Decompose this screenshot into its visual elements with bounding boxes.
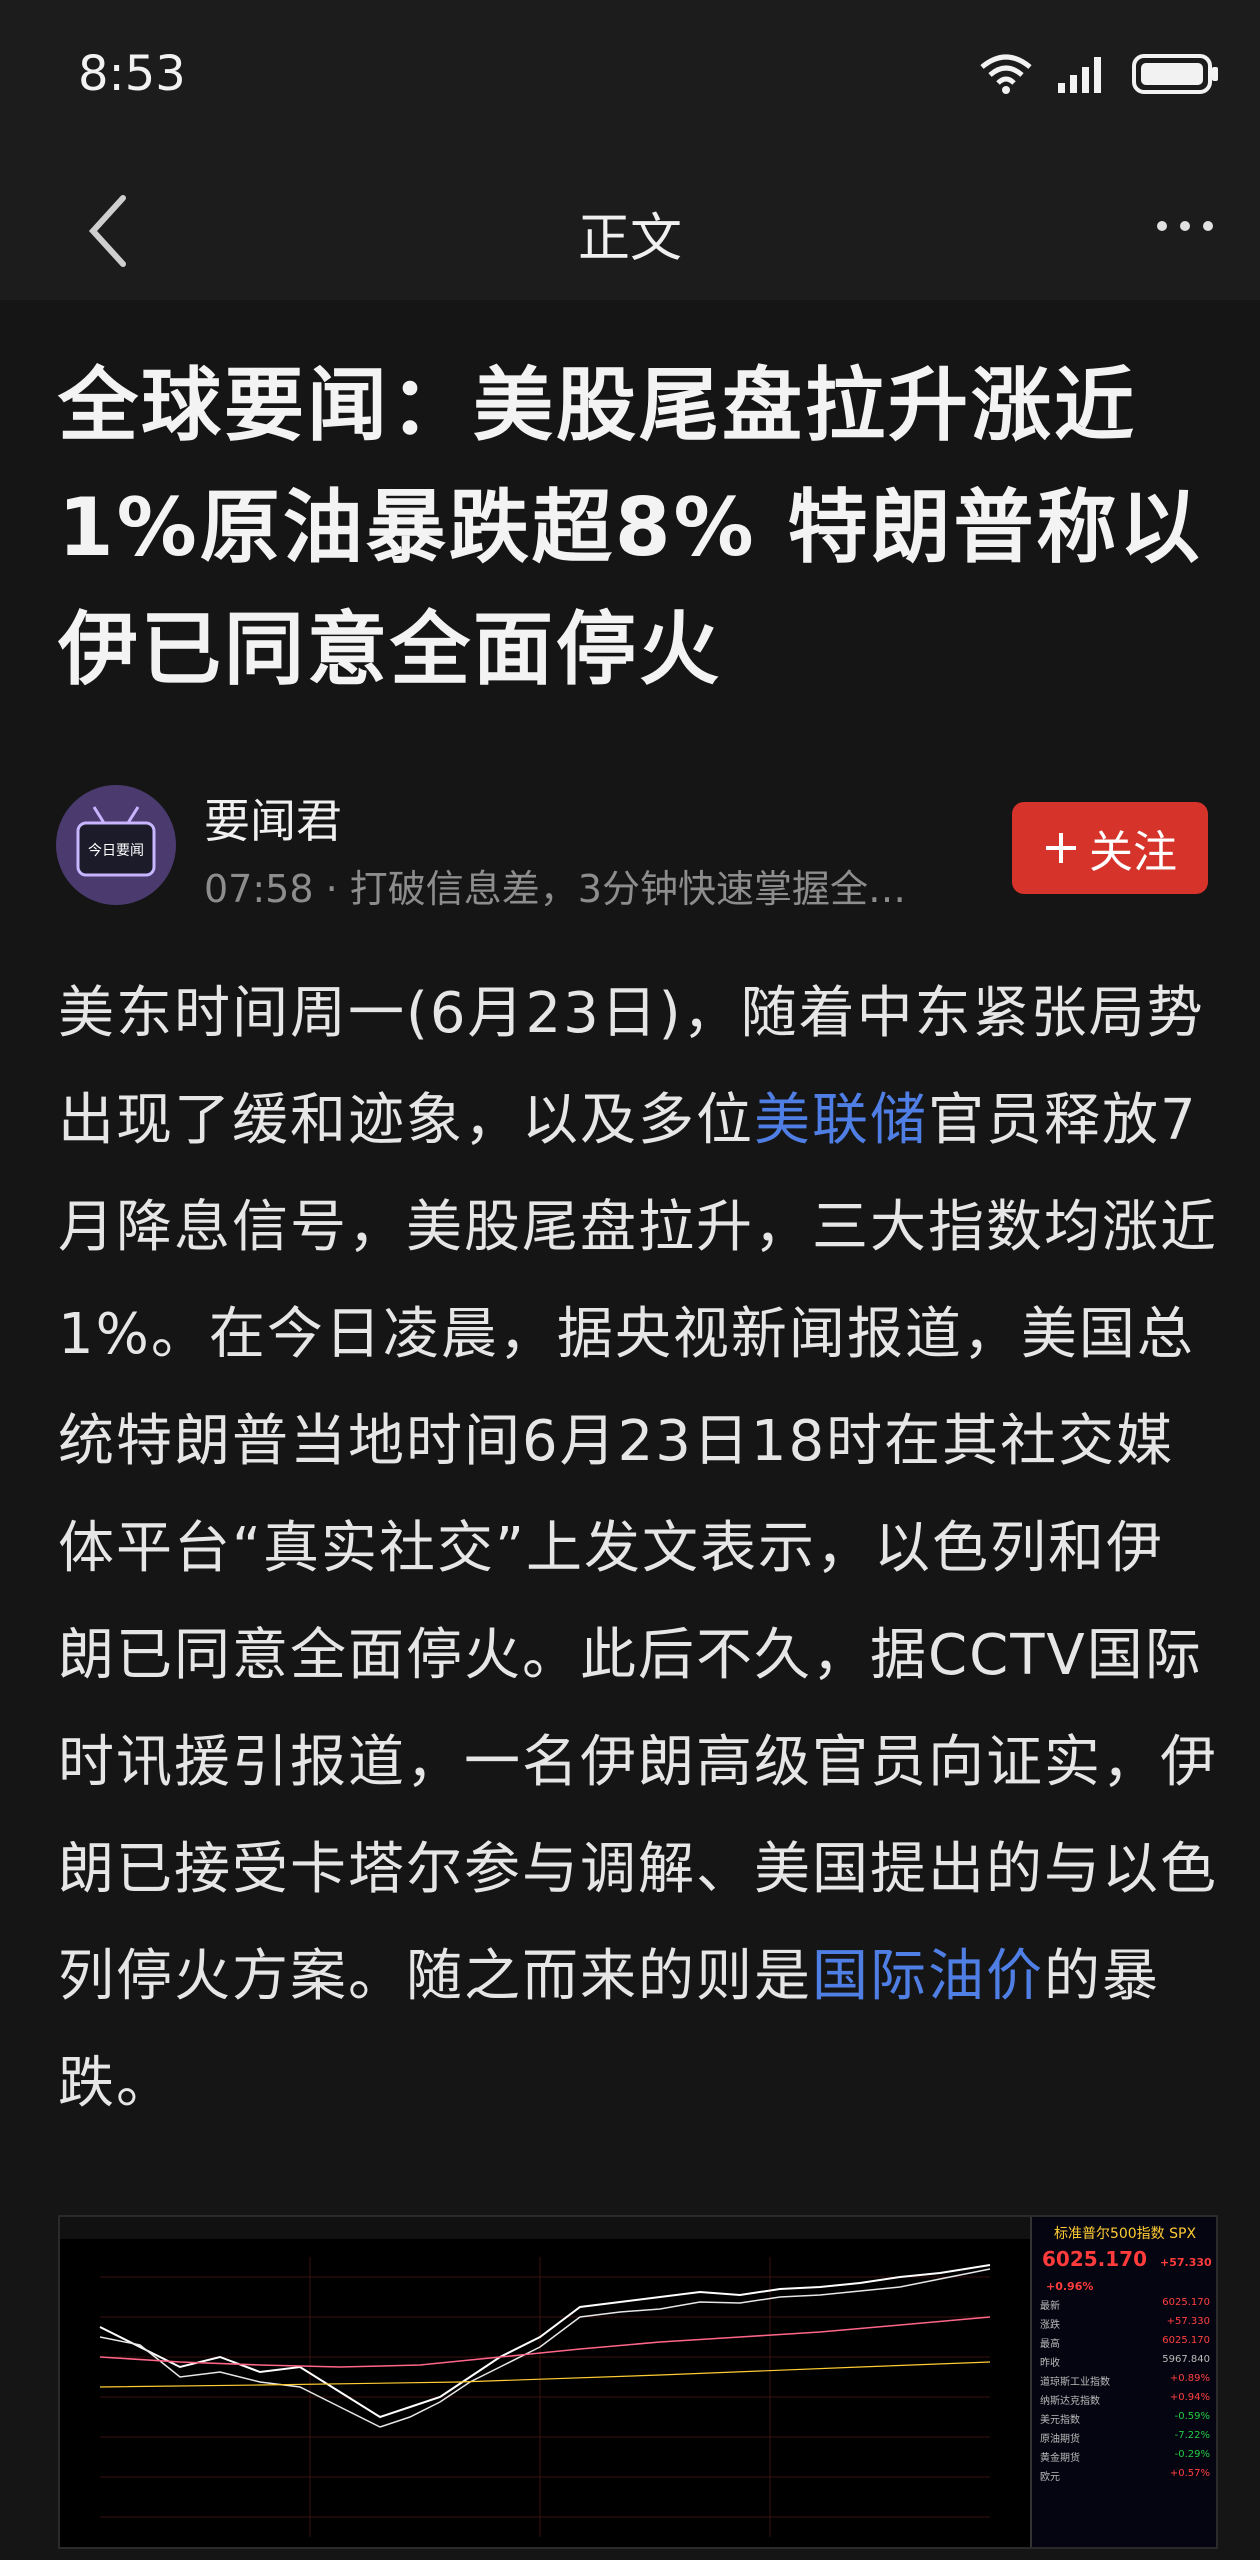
panel-row-label: 最高 [1040,2339,1060,2350]
panel-row: 涨跌 +57.330 [1032,2314,1216,2333]
panel-row-value: -0.29% [1174,2449,1210,2460]
panel-row: 欧元 +0.57% [1032,2466,1216,2485]
author-name[interactable]: 要闻君 [204,785,342,851]
publish-time: 07:58 [204,867,314,911]
quote-panel: 标准普尔500指数 SPX 6025.170 +57.330 +0.96% 最新… [1030,2217,1216,2547]
panel-row-label: 原油期货 [1040,2434,1080,2445]
panel-row-label: 纳斯达克指数 [1040,2396,1100,2407]
panel-row: 纳斯达克指数 +0.94% [1032,2390,1216,2409]
more-options-icon[interactable] [1150,196,1220,256]
link-fed[interactable]: 美联储 [754,1088,928,1153]
panel-row-value: +0.94% [1169,2392,1210,2403]
article-chart-image[interactable]: 标准普尔500指数 SPX 6025.170 +57.330 +0.96% 最新… [58,2215,1218,2549]
panel-row-label: 昨收 [1040,2358,1060,2369]
market-line-chart [99,2257,991,2537]
panel-row: 道琼斯工业指数 +0.89% [1032,2371,1216,2390]
author-meta: 07:58 · 打破信息差，3分钟快速掌握全… [204,858,944,913]
panel-row-value: 6025.170 [1162,2335,1210,2346]
panel-row-label: 最新 [1040,2301,1060,2312]
panel-rows: 最新 6025.170 涨跌 +57.330 最高 6025.170 昨收 5967.840 道… [1032,2295,1216,2485]
panel-row-label: 欧元 [1040,2472,1060,2483]
panel-row: 最高 6025.170 [1032,2333,1216,2352]
panel-row-label: 黄金期货 [1040,2453,1080,2464]
panel-price-value: 6025.170 [1042,2247,1148,2271]
panel-row-value: +57.330 [1166,2316,1210,2327]
plus-icon [1046,833,1076,863]
panel-row-value: 5967.840 [1162,2354,1210,2365]
avatar-text: 今日要闻 [88,843,144,859]
author-description: 打破信息差，3分钟快速掌握全… [349,867,906,911]
article-body: 美东时间周一(6月23日)，随着中东紧张局势出现了缓和迹象，以及多位美联储官员释… [58,960,1218,2137]
panel-row: 黄金期货 -0.29% [1032,2447,1216,2466]
panel-row-value: +0.57% [1169,2468,1210,2479]
panel-row: 昨收 5967.840 [1032,2352,1216,2371]
panel-row: 最新 6025.170 [1032,2295,1216,2314]
panel-row-value: -0.59% [1174,2411,1210,2422]
panel-row-value: +0.89% [1169,2373,1210,2384]
body-text-2: 官员释放7月降息信号，美股尾盘拉升，三大指数均涨近1%。在今日凌晨，据央视新闻报… [58,1088,1218,2009]
panel-row-label: 涨跌 [1040,2320,1060,2331]
meta-separator: · [325,867,350,911]
panel-title: 标准普尔500指数 SPX [1053,2226,1197,2242]
follow-label: 关注 [1089,827,1177,878]
panel-price-pct: +0.96% [1046,2280,1094,2293]
article-title: 全球要闻：美股尾盘拉升涨近1%原油暴跌超8% 特朗普称以伊已同意全面停火 [58,359,1203,696]
panel-row-label: 美元指数 [1040,2415,1080,2426]
author-avatar[interactable]: 今日要闻 [56,785,176,905]
panel-row: 美元指数 -0.59% [1032,2409,1216,2428]
nav-title: 正文 [577,209,682,269]
panel-row-label: 道琼斯工业指数 [1040,2377,1110,2388]
nav-bar: 正文 [0,160,1260,300]
panel-row: 原油期货 -7.22% [1032,2428,1216,2447]
panel-row-value: -7.22% [1174,2430,1210,2441]
follow-button[interactable]: 关注 [1012,802,1208,894]
panel-price: 6025.170 +57.330 +0.96% [1032,2247,1216,2295]
panel-row-value: 6025.170 [1162,2297,1210,2308]
link-oil-price[interactable]: 国际油价 [812,1944,1044,2009]
status-bar: 8:53 [0,0,1260,160]
status-icons [978,52,1220,96]
status-time: 8:53 [78,46,186,102]
signal-icon [1058,57,1101,93]
battery-icon [1132,54,1218,94]
wifi-icon [980,54,1032,94]
panel-price-change: +57.330 [1159,2256,1212,2269]
tv-logo-icon: 今日要闻 [56,785,176,905]
